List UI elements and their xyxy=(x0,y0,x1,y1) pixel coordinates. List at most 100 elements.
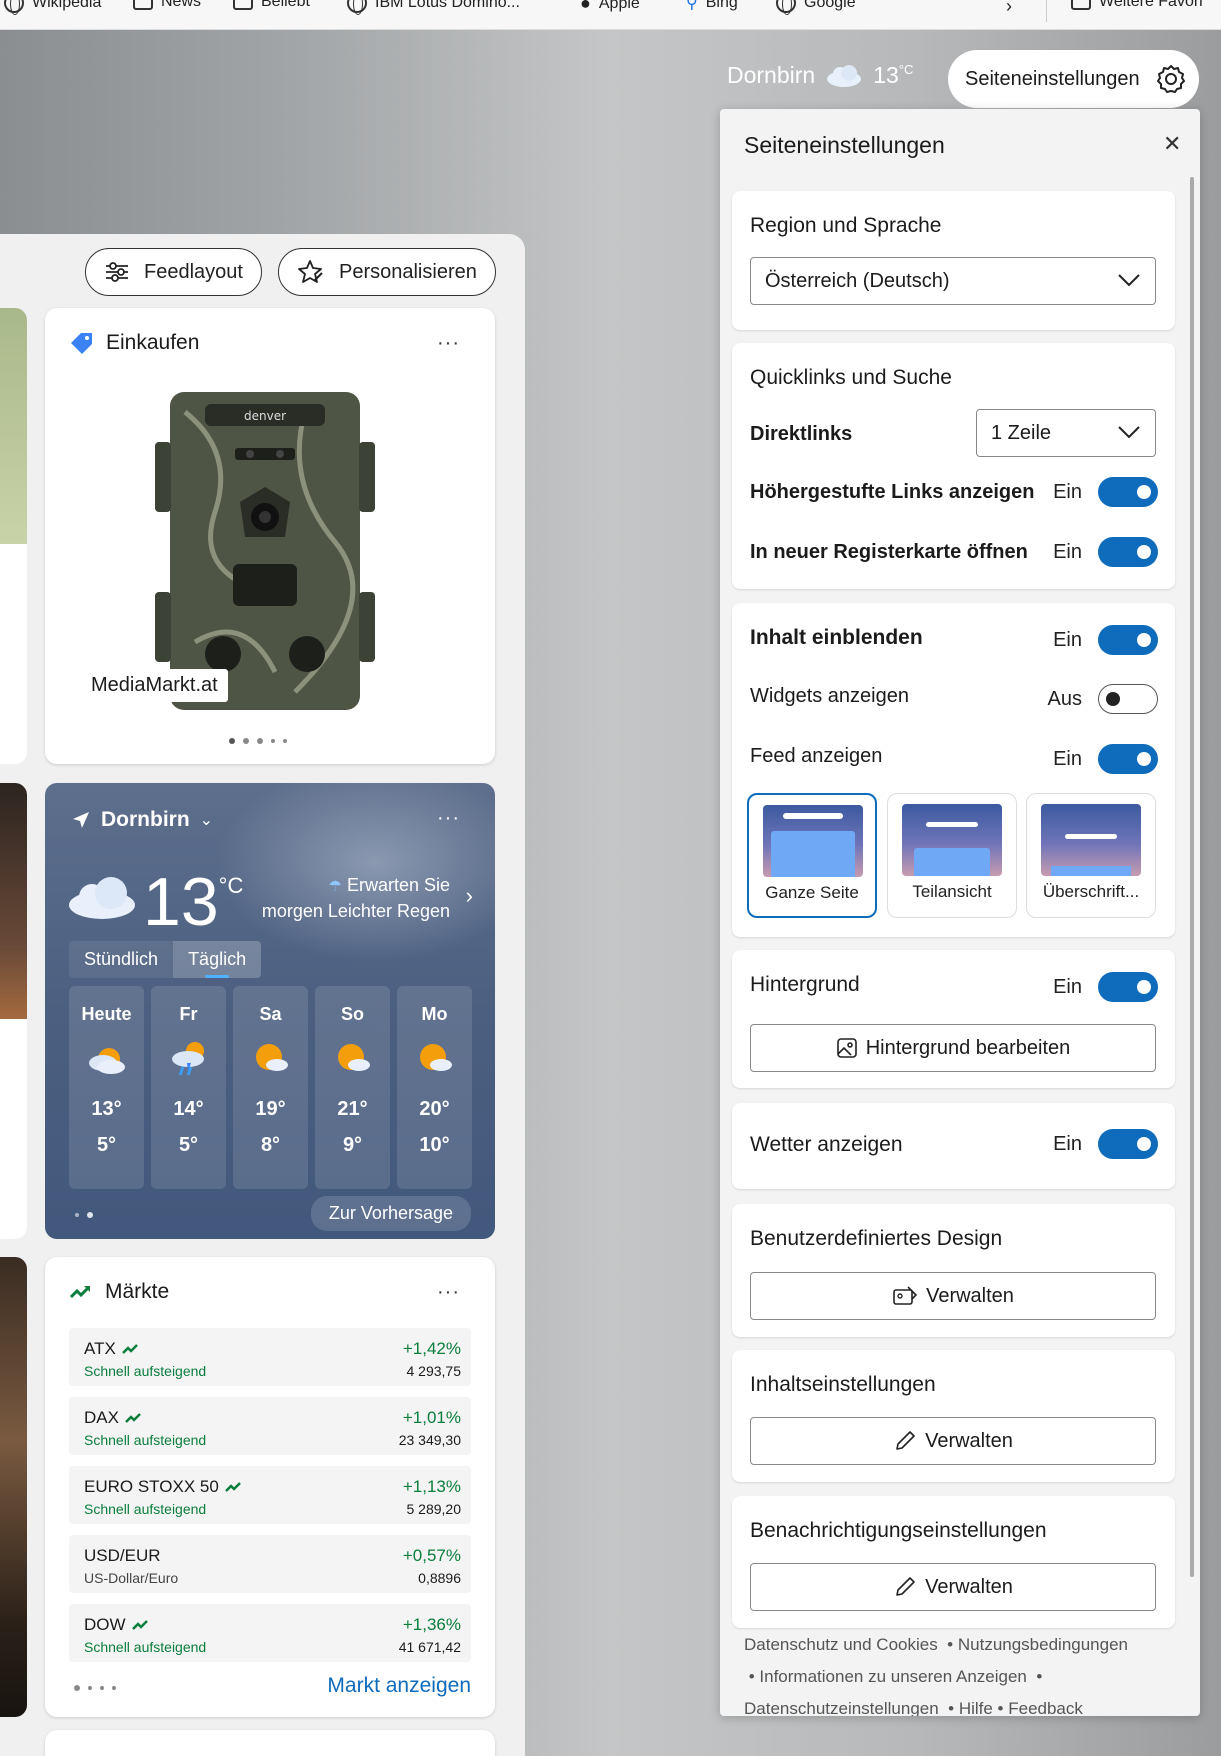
shopping-card[interactable]: Einkaufen ··· denver MediaMarkt.at xyxy=(45,308,495,764)
weather-temp: 13°C xyxy=(873,62,914,88)
layout-option-full-page[interactable]: Ganze Seite xyxy=(747,793,877,918)
bookmark-bing[interactable]: ⚲ Bing xyxy=(686,0,738,13)
footer-links: Datenschutz und Cookies • Nutzungsbeding… xyxy=(744,1635,1129,1716)
chevron-right-icon[interactable]: › xyxy=(466,883,473,909)
show-market-link[interactable]: Markt anzeigen xyxy=(327,1674,471,1698)
sun-cloud-icon xyxy=(397,1031,472,1087)
bookmark-label: Apple xyxy=(598,0,640,12)
partial-card[interactable] xyxy=(0,783,27,1239)
forecast-day[interactable]: Sa 19° 8° xyxy=(233,986,308,1189)
layout-preview xyxy=(902,804,1002,876)
promoted-links-toggle[interactable] xyxy=(1098,477,1158,507)
chevron-right-icon[interactable]: › xyxy=(1006,0,1012,17)
close-icon[interactable]: ✕ xyxy=(1163,131,1181,157)
market-row[interactable]: ATX Schnell aufsteigend +1,42% 4 293,75 xyxy=(69,1328,471,1386)
header-weather[interactable]: Dornbirn 13°C xyxy=(727,62,913,89)
region-select[interactable]: Österreich (Deutsch) xyxy=(750,257,1156,305)
new-tab-toggle[interactable] xyxy=(1098,537,1158,567)
help-link[interactable]: Hilfe xyxy=(959,1699,993,1716)
layout-option-partial[interactable]: Teilansicht xyxy=(887,793,1017,918)
bookmark-wikipedia[interactable]: Wikipedia xyxy=(4,0,102,15)
show-content-toggle[interactable] xyxy=(1098,625,1158,655)
layout-label: Überschrift... xyxy=(1042,882,1140,901)
background-section: Hintergrund Ein Hintergrund bearbeiten xyxy=(732,950,1175,1088)
market-row[interactable]: USD/EUR US-Dollar/Euro +0,57% 0,8896 xyxy=(69,1535,471,1593)
sun-cloud-icon xyxy=(315,1031,390,1087)
scrollbar[interactable] xyxy=(1188,177,1196,1702)
star-edit-icon xyxy=(298,260,323,283)
globe-icon xyxy=(347,0,367,15)
bookmark-google[interactable]: Google xyxy=(776,0,856,15)
layout-preview xyxy=(763,805,863,877)
region-section: Region und Sprache Österreich (Deutsch) xyxy=(732,191,1175,330)
sliders-icon xyxy=(106,262,128,282)
more-options-button[interactable]: ··· xyxy=(437,1281,460,1304)
more-forecast-button[interactable]: Zur Vorhersage xyxy=(310,1196,471,1231)
pencil-icon xyxy=(896,1577,915,1596)
more-options-button[interactable]: ··· xyxy=(437,807,460,830)
carousel-dots[interactable] xyxy=(74,1685,116,1691)
manage-design-button[interactable]: Verwalten xyxy=(750,1272,1156,1320)
layout-option-headings[interactable]: Überschrift... xyxy=(1026,793,1156,918)
forecast-day[interactable]: Mo 20° 10° xyxy=(397,986,472,1189)
show-content-state: Ein xyxy=(1053,629,1082,651)
bookmark-label: News xyxy=(161,0,202,10)
partial-card[interactable] xyxy=(0,308,27,764)
privacy-settings-link[interactable]: Datenschutzeinstellungen xyxy=(744,1699,939,1716)
background-state: Ein xyxy=(1053,976,1082,998)
bookmark-apple[interactable]: ● Apple xyxy=(580,0,640,14)
forecast-day[interactable]: So 21° 9° xyxy=(315,986,390,1189)
bookmark-label: Bing xyxy=(705,0,738,11)
bookmark-label: Wikipedia xyxy=(32,0,102,11)
section-heading: Benutzerdefiniertes Design xyxy=(750,1227,1003,1250)
feedlayout-button[interactable]: Feedlayout xyxy=(85,248,262,296)
personalize-button[interactable]: Personalisieren xyxy=(278,248,496,296)
bookmark-more-favorites[interactable]: Weitere Favori xyxy=(1071,0,1203,11)
terms-link[interactable]: Nutzungsbedingungen xyxy=(958,1635,1128,1654)
cloud-icon xyxy=(827,64,862,87)
personalize-label: Personalisieren xyxy=(339,260,477,283)
partial-card[interactable] xyxy=(0,1257,27,1717)
market-row[interactable]: DAX Schnell aufsteigend +1,01% 23 349,30 xyxy=(69,1397,471,1455)
carousel-dots[interactable] xyxy=(75,1212,93,1218)
weather-location-selector[interactable]: Dornbirn ⌄ xyxy=(71,808,213,832)
bookmark-beliebt[interactable]: Beliebt xyxy=(233,0,310,11)
forecast-summary[interactable]: ☂ Erwarten Sie morgen Leichter Regen xyxy=(262,873,450,924)
apple-icon: ● xyxy=(580,0,591,13)
weather-card[interactable]: Dornbirn ⌄ ··· 13°C ☂ Erwarten Sie morge… xyxy=(45,783,495,1239)
weather-toggle[interactable] xyxy=(1098,1129,1158,1159)
bookmark-news[interactable]: News xyxy=(133,0,201,11)
folder-icon xyxy=(133,0,153,10)
market-row[interactable]: DOW Schnell aufsteigend +1,36% 41 671,42 xyxy=(69,1604,471,1662)
background-toggle[interactable] xyxy=(1098,972,1158,1002)
privacy-link[interactable]: Datenschutz und Cookies xyxy=(744,1635,938,1654)
content-section: Inhalt einblenden Ein Widgets anzeigen A… xyxy=(732,603,1175,937)
forecast-day[interactable]: Heute 13° 5° xyxy=(69,986,144,1189)
feedback-link[interactable]: Feedback xyxy=(1008,1699,1083,1716)
bookmark-label: Google xyxy=(804,0,856,11)
markets-card[interactable]: Märkte ··· ATX Schnell aufsteigend +1,42… xyxy=(45,1257,495,1717)
widgets-toggle[interactable] xyxy=(1098,684,1158,714)
edit-background-button[interactable]: Hintergrund bearbeiten xyxy=(750,1024,1156,1072)
page-settings-label: Seiteneinstellungen xyxy=(965,67,1140,90)
search-icon: ⚲ xyxy=(686,0,698,12)
location-arrow-icon xyxy=(73,812,89,828)
feed-toggle[interactable] xyxy=(1098,744,1158,774)
tab-daily[interactable]: Täglich xyxy=(173,941,262,978)
market-row[interactable]: EURO STOXX 50 Schnell aufsteigend +1,13%… xyxy=(69,1466,471,1524)
direktlinks-select[interactable]: 1 Zeile xyxy=(976,409,1156,457)
ads-info-link[interactable]: Informationen zu unseren Anzeigen xyxy=(759,1667,1026,1686)
forecast-day[interactable]: Fr 14° 5° xyxy=(151,986,226,1189)
trail-camera-image[interactable]: denver xyxy=(155,392,375,710)
layout-label: Teilansicht xyxy=(912,882,992,901)
bookmark-ibm-lotus[interactable]: IBM Lotus Domino... xyxy=(347,0,520,15)
rain-icon: ☂ xyxy=(328,878,342,895)
manage-content-button[interactable]: Verwalten xyxy=(750,1417,1156,1465)
tab-hourly[interactable]: Stündlich xyxy=(69,941,174,978)
more-options-button[interactable]: ··· xyxy=(437,332,460,355)
carousel-dots[interactable] xyxy=(229,738,287,744)
manage-notifications-button[interactable]: Verwalten xyxy=(750,1563,1156,1611)
next-card[interactable] xyxy=(45,1730,495,1756)
page-settings-button[interactable]: Seiteneinstellungen xyxy=(948,50,1199,108)
gear-icon xyxy=(1157,65,1185,93)
